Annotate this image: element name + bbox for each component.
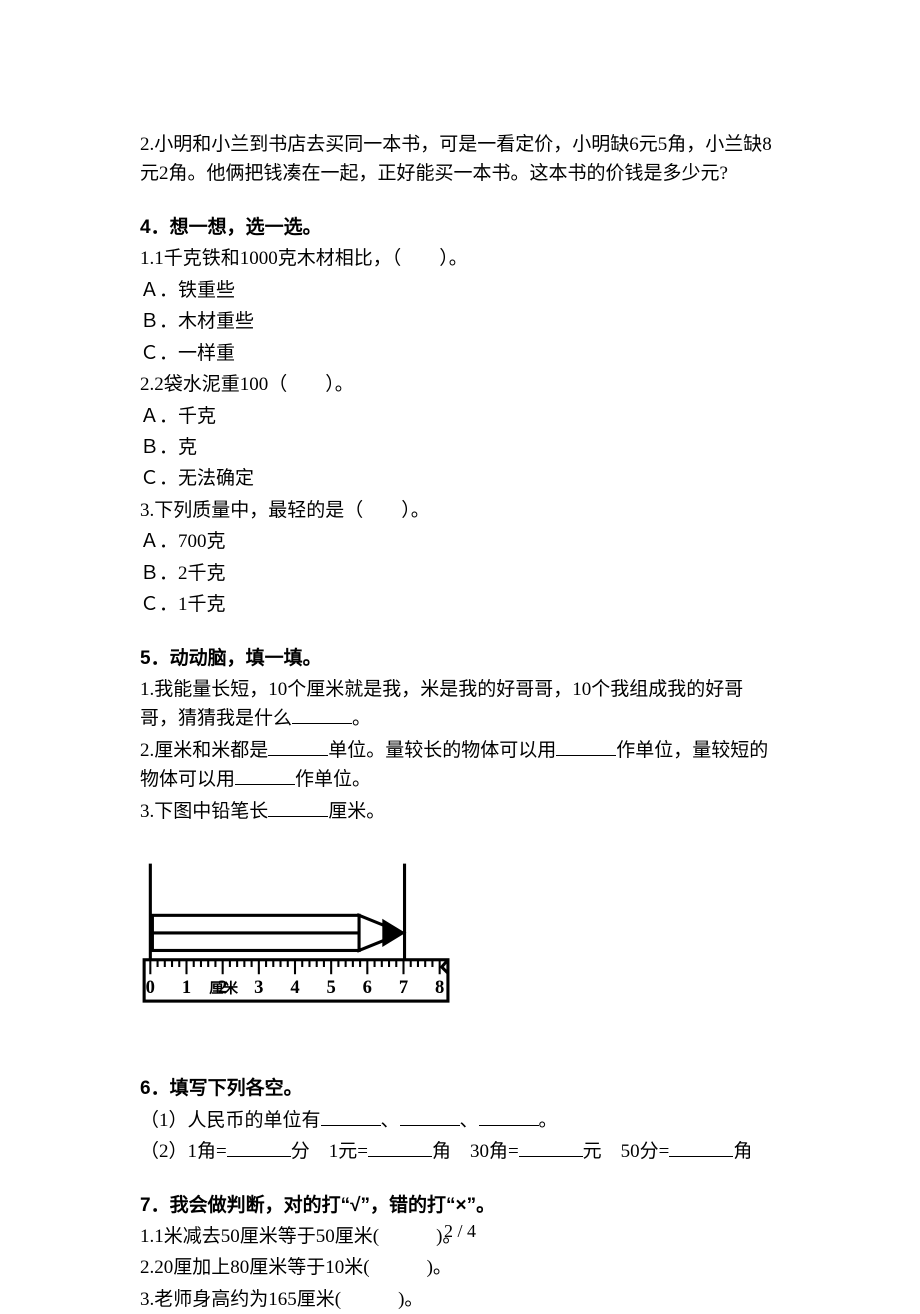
fill-blank[interactable] [227, 1139, 291, 1157]
heading-text: 填写下列各空。 [170, 1078, 303, 1099]
fill-blank[interactable] [268, 799, 328, 817]
fill-blank[interactable] [292, 706, 352, 724]
text: 。 [539, 1110, 558, 1131]
s4-q1-optB: Ｂ．木材重些 [140, 307, 780, 336]
text: 角 [733, 1141, 752, 1162]
s4-q1-optC: Ｃ．一样重 [140, 339, 780, 368]
s4-q3-optA: Ａ．700克 [140, 527, 780, 556]
ruler-number: 7 [399, 977, 408, 998]
s6-line1: （1）人民币的单位有 、 、 。 [140, 1106, 780, 1135]
text: 元 50分= [583, 1141, 670, 1162]
fill-blank[interactable] [519, 1139, 583, 1157]
fill-blank[interactable] [556, 738, 616, 756]
ruler-number: 6 [363, 977, 372, 998]
section-7-heading: 7．我会做判断，对的打“√”，错的打“×”。 [140, 1191, 780, 1220]
text: 作单位。 [295, 769, 371, 790]
s5-q1: 1.我能量长短，10个厘米就是我，米是我的好哥哥，10个我组成我的好哥哥，猜猜我… [140, 675, 780, 734]
fill-blank[interactable] [479, 1108, 539, 1126]
heading-text: 我会做判断，对的打“√”，错的打“×”。 [170, 1195, 496, 1216]
heading-number: 4． [140, 217, 170, 238]
question-text: 2.小明和小兰到书店去买同一本书，可是一看定价，小明缺6元5角，小兰缺8元2角。… [140, 130, 780, 189]
ruler-number: 1 [182, 977, 191, 998]
ruler-number: 5 [327, 977, 336, 998]
section-4-heading: 4．想一想，选一选。 [140, 213, 780, 242]
text: （2）1角= [140, 1141, 227, 1162]
text: （1）人民币的单位有 [140, 1110, 321, 1131]
s4-q3-optB: Ｂ．2千克 [140, 559, 780, 588]
s5-q2: 2.厘米和米都是单位。量较长的物体可以用作单位，量较短的物体可以用作单位。 [140, 736, 780, 795]
s4-q2-stem: 2.2袋水泥重100（ ）。 [140, 370, 780, 399]
s6-line2: （2）1角= 分 1元= 角 30角= 元 50分= 角 [140, 1137, 780, 1166]
ruler-number: 8 [435, 977, 444, 998]
ruler-number: 4 [290, 977, 299, 998]
s4-q2-optA: Ａ．千克 [140, 402, 780, 431]
text: 1.我能量长短，10个厘米就是我，米是我的好哥哥，10个我组成我的好哥哥，猜猜我… [140, 679, 743, 729]
text: 角 30角= [432, 1141, 519, 1162]
ruler-unit-label: 厘米 [209, 979, 238, 997]
fill-blank[interactable] [669, 1139, 733, 1157]
ruler-pencil-figure: 012345678厘米 [140, 856, 780, 1016]
heading-text: 动动脑，填一填。 [170, 648, 322, 669]
ruler-number: 0 [146, 977, 155, 998]
text: 厘米。 [328, 801, 385, 822]
fill-blank[interactable] [321, 1108, 381, 1126]
text: 单位。量较长的物体可以用 [328, 740, 556, 761]
ruler-number: 3 [254, 977, 263, 998]
s4-q1-optA: Ａ．铁重些 [140, 276, 780, 305]
text: 、 [381, 1110, 400, 1131]
page-number: 2 / 4 [0, 1218, 920, 1246]
q-number: 2. [140, 134, 154, 155]
heading-number: 6． [140, 1078, 170, 1099]
fill-blank[interactable] [368, 1139, 432, 1157]
text: 3.下图中铅笔长 [140, 801, 268, 822]
s4-q2-optC: Ｃ．无法确定 [140, 464, 780, 493]
heading-number: 5． [140, 648, 170, 669]
fill-blank[interactable] [268, 738, 328, 756]
s7-item3: 3.老师身高约为165厘米( )。 [140, 1285, 780, 1314]
ruler-pencil-svg: 012345678厘米 [140, 856, 450, 1016]
s4-q2-optB: Ｂ．克 [140, 433, 780, 462]
q-body: 小明和小兰到书店去买同一本书，可是一看定价，小明缺6元5角，小兰缺8元2角。他俩… [140, 134, 772, 184]
text: 、 [460, 1110, 479, 1131]
heading-text: 想一想，选一选。 [170, 217, 322, 238]
section-6-heading: 6．填写下列各空。 [140, 1074, 780, 1103]
text: 分 1元= [291, 1141, 368, 1162]
s7-item2: 2.20厘加上80厘米等于10米( )。 [140, 1253, 780, 1282]
s4-q3-optC: Ｃ．1千克 [140, 590, 780, 619]
text: 2.厘米和米都是 [140, 740, 268, 761]
section-5-heading: 5．动动脑，填一填。 [140, 644, 780, 673]
s5-q3: 3.下图中铅笔长 厘米。 [140, 797, 780, 826]
fill-blank[interactable] [235, 767, 295, 785]
fill-blank[interactable] [400, 1108, 460, 1126]
text: 。 [352, 708, 371, 729]
heading-number: 7． [140, 1195, 170, 1216]
s4-q1-stem: 1.1千克铁和1000克木材相比，（ ）。 [140, 244, 780, 273]
s4-q3-stem: 3.下列质量中，最轻的是（ ）。 [140, 496, 780, 525]
